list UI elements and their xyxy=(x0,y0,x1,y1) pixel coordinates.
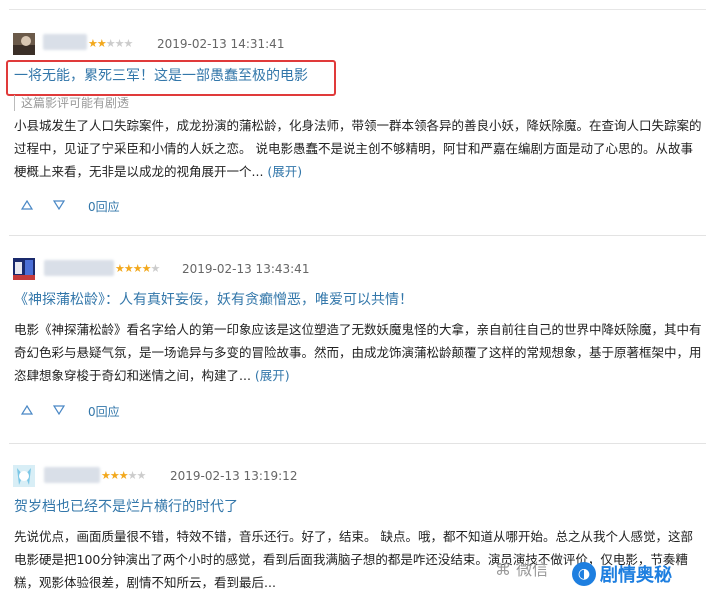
review-body-text: 电影《神探蒲松龄》看名字给人的第一印象应该是这位塑造了无数妖魔鬼怪的大拿，亲自前… xyxy=(14,322,702,383)
avatar-image xyxy=(13,33,35,55)
reviewer-avatar[interactable] xyxy=(13,465,35,487)
downvote-button[interactable] xyxy=(48,404,70,420)
reviewer-name[interactable] xyxy=(44,467,100,483)
brand-logo-icon: ◑ xyxy=(572,562,596,586)
reviewer-name[interactable] xyxy=(43,34,87,50)
star-empty-icon: ★ xyxy=(150,262,160,275)
review-title[interactable]: 一将无能，累死三军！这是一部愚蠢至极的电影 xyxy=(14,66,308,86)
review-divider xyxy=(9,235,706,236)
star-empty-icon: ★★ xyxy=(127,469,147,482)
review-divider xyxy=(9,443,706,444)
review-timestamp: 2019-02-13 13:43:41 xyxy=(182,262,310,276)
review-title[interactable]: 贺岁档也已经不是烂片横行的时代了 xyxy=(14,497,238,517)
avatar-image xyxy=(13,465,35,487)
review-body-text: 小县城发生了人口失踪案件，成龙扮演的蒲松龄，化身法师，带领一群本领各异的善良小妖… xyxy=(14,118,702,179)
triangle-down-icon xyxy=(52,200,66,211)
reply-link[interactable]: 0回应 xyxy=(88,199,120,215)
top-divider xyxy=(9,9,706,10)
review-body: 电影《神探蒲松龄》看名字给人的第一印象应该是这位塑造了无数妖魔鬼怪的大拿，亲自前… xyxy=(14,318,704,387)
rating-stars: ★★★★★ xyxy=(115,262,160,276)
star-empty-icon: ★★★ xyxy=(105,37,134,50)
expand-link[interactable]: (展开) xyxy=(255,368,290,383)
spoiler-warning: 这篇影评可能有剧透 xyxy=(14,95,129,111)
triangle-up-icon xyxy=(20,404,34,415)
review-timestamp: 2019-02-13 13:19:12 xyxy=(170,469,298,483)
triangle-down-icon xyxy=(52,405,66,416)
brand-watermark: ◑ 剧情奥秘 xyxy=(572,558,672,590)
rating-stars: ★★★★★ xyxy=(88,37,134,51)
review-timestamp: 2019-02-13 14:31:41 xyxy=(157,37,285,51)
reviewer-avatar[interactable] xyxy=(13,33,35,55)
triangle-up-icon xyxy=(20,199,34,210)
brand-name: 剧情奥秘 xyxy=(600,565,672,586)
avatar-image xyxy=(13,258,35,280)
star-filled-icon: ★★★ xyxy=(101,469,129,482)
expand-link[interactable]: (展开) xyxy=(267,164,302,179)
review-title[interactable]: 《神探蒲松龄》：人有真奸妄佞，妖有贪癫憎恶，唯爱可以共情！ xyxy=(14,290,413,310)
upvote-button[interactable] xyxy=(16,199,38,215)
reviewer-avatar[interactable] xyxy=(13,258,35,280)
downvote-button[interactable] xyxy=(48,199,70,215)
star-filled-icon: ★★ xyxy=(88,37,107,50)
star-filled-icon: ★★★★ xyxy=(115,262,151,275)
upvote-button[interactable] xyxy=(16,404,38,420)
review-body: 小县城发生了人口失踪案件，成龙扮演的蒲松龄，化身法师，带领一群本领各异的善良小妖… xyxy=(14,114,704,183)
wechat-icon: ⌘ xyxy=(495,560,511,579)
reviewer-name[interactable] xyxy=(44,260,114,276)
rating-stars: ★★★★★ xyxy=(101,469,147,483)
reply-link[interactable]: 0回应 xyxy=(88,404,120,420)
wechat-watermark: ⌘ 微信 xyxy=(495,560,548,580)
wechat-label: 微信 xyxy=(516,560,549,579)
